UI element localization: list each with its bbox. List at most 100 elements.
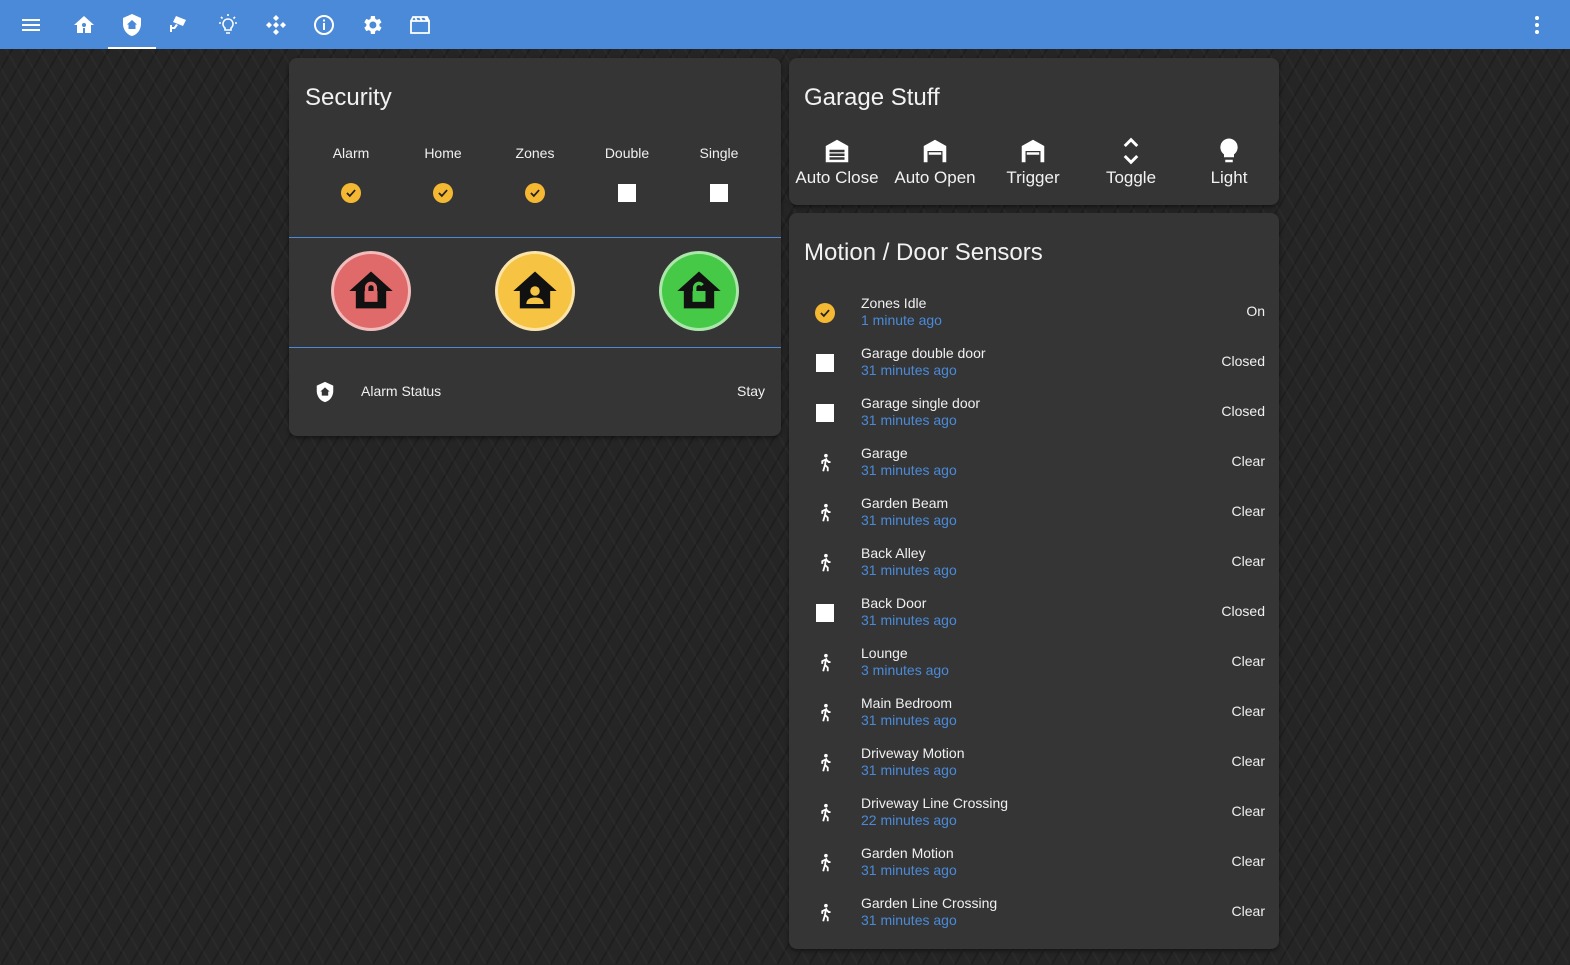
tab-media[interactable]: [396, 0, 444, 49]
sensor-row-driveway-line-crossing[interactable]: Driveway Line Crossing 22 minutes ago Cl…: [789, 793, 1281, 843]
arm-home-button[interactable]: [495, 251, 575, 331]
sensor-name: Driveway Line Crossing: [861, 795, 1009, 811]
sensor-row-garage-single-door[interactable]: Garage single door 31 minutes ago Closed: [789, 393, 1281, 443]
home-lock-open-icon: [677, 271, 721, 309]
sensor-row-garden-motion[interactable]: Garden Motion 31 minutes ago Clear: [789, 843, 1281, 893]
home-state[interactable]: [397, 182, 489, 204]
sensor-time: 3 minutes ago: [861, 662, 949, 678]
auto-close-label: Auto Close: [795, 168, 879, 187]
walk-icon: [821, 653, 831, 672]
tab-cameras[interactable]: [156, 0, 204, 49]
check-circle-icon: [815, 303, 835, 323]
walk-icon: [821, 453, 831, 472]
sensor-name: Driveway Motion: [861, 745, 965, 761]
sensor-row-driveway-motion[interactable]: Driveway Motion 31 minutes ago Clear: [789, 743, 1281, 793]
tab-security[interactable]: [108, 0, 156, 49]
sensor-time: 31 minutes ago: [861, 612, 957, 628]
sensor-state: Clear: [1231, 903, 1265, 919]
double-state[interactable]: [581, 182, 673, 204]
sensor-row-garden-beam[interactable]: Garden Beam 31 minutes ago Clear: [789, 493, 1281, 543]
walk-icon: [821, 853, 831, 872]
overflow-menu-button[interactable]: [1513, 0, 1561, 49]
sensor-name: Zones Idle: [861, 295, 927, 311]
door-square-icon: [816, 354, 834, 372]
trigger-button[interactable]: Trigger: [985, 136, 1081, 198]
light-button[interactable]: Light: [1181, 136, 1277, 198]
toggle-button[interactable]: Toggle: [1083, 136, 1179, 198]
unfold-icon: [1123, 137, 1139, 165]
alarm-status-label: Alarm Status: [361, 383, 442, 399]
alarm-status-row[interactable]: Alarm Status Stay: [289, 369, 781, 415]
sensor-name: Main Bedroom: [861, 695, 953, 711]
sensor-time: 1 minute ago: [861, 312, 942, 328]
sensors-title: Motion / Door Sensors: [804, 239, 1043, 266]
sensor-state: Clear: [1231, 653, 1265, 669]
auto-close-button[interactable]: Auto Close: [789, 136, 885, 198]
column-label-double: Double: [604, 145, 650, 161]
sensor-row-zones-idle[interactable]: Zones Idle 1 minute ago On: [789, 293, 1281, 343]
kodi-icon: [266, 14, 286, 35]
sensors-card: Motion / Door Sensors Zones Idle 1 minut…: [789, 213, 1279, 949]
column-label-zones: Zones: [515, 145, 555, 161]
menu-button[interactable]: [7, 0, 55, 49]
home-account-icon: [513, 271, 557, 309]
single-state[interactable]: [673, 182, 765, 204]
sensor-row-lounge[interactable]: Lounge 3 minutes ago Clear: [789, 643, 1281, 693]
trigger-label: Trigger: [1006, 168, 1060, 187]
tab-info[interactable]: [300, 0, 348, 49]
check-circle-icon: [341, 183, 361, 203]
walk-icon: [821, 903, 831, 922]
walk-icon: [821, 553, 831, 572]
tab-lights[interactable]: [204, 0, 252, 49]
auto-open-button[interactable]: Auto Open: [887, 136, 983, 198]
sensor-state: Clear: [1231, 553, 1265, 569]
sensor-time: 31 minutes ago: [861, 362, 957, 378]
sensor-state: Closed: [1221, 603, 1265, 619]
sensor-time: 31 minutes ago: [861, 762, 957, 778]
sensor-row-garden-line-crossing[interactable]: Garden Line Crossing 31 minutes ago Clea…: [789, 893, 1281, 943]
sensor-name: Back Alley: [861, 545, 926, 561]
cctv-icon: [170, 15, 186, 32]
top-app-bar: [0, 0, 1570, 49]
sensor-state: Clear: [1231, 703, 1265, 719]
sensor-state: Clear: [1231, 503, 1265, 519]
column-label-home: Home: [424, 145, 462, 161]
door-square-icon: [816, 604, 834, 622]
walk-icon: [821, 503, 831, 522]
tab-settings[interactable]: [348, 0, 396, 49]
disarm-button[interactable]: [659, 251, 739, 331]
column-label-alarm: Alarm: [332, 145, 370, 161]
security-title: Security: [305, 84, 392, 111]
tab-kodi[interactable]: [252, 0, 300, 49]
sensor-state: Closed: [1221, 353, 1265, 369]
door-square-icon: [710, 184, 728, 202]
sensor-row-garage-double-door[interactable]: Garage double door 31 minutes ago Closed: [789, 343, 1281, 393]
garage-icon: [923, 139, 947, 163]
divider: [289, 237, 781, 238]
dots-vertical-icon: [1535, 15, 1539, 34]
sensor-time: 22 minutes ago: [861, 812, 957, 828]
home-lock-icon: [349, 271, 393, 309]
sensor-time: 31 minutes ago: [861, 462, 957, 478]
tab-home[interactable]: [60, 0, 108, 49]
walk-icon: [821, 803, 831, 822]
sensor-row-main-bedroom[interactable]: Main Bedroom 31 minutes ago Clear: [789, 693, 1281, 743]
alarm-status-value: Stay: [736, 383, 765, 399]
arm-away-button[interactable]: [331, 251, 411, 331]
sensor-row-garage[interactable]: Garage 31 minutes ago Clear: [789, 443, 1281, 493]
sensor-name: Garage double door: [861, 345, 986, 361]
sensor-name: Garden Line Crossing: [861, 895, 998, 911]
sensor-name: Garden Beam: [861, 495, 949, 511]
sensor-row-back-alley[interactable]: Back Alley 31 minutes ago Clear: [789, 543, 1281, 593]
door-square-icon: [618, 184, 636, 202]
lightbulb-icon: [219, 13, 237, 34]
zones-state[interactable]: [489, 182, 581, 204]
alarm-state[interactable]: [305, 182, 397, 204]
garage-title: Garage Stuff: [804, 84, 940, 111]
security-card: Security Alarm Home Zones Double Single …: [289, 58, 781, 436]
sensor-row-back-door[interactable]: Back Door 31 minutes ago Closed: [789, 593, 1281, 643]
sensor-name: Back Door: [861, 595, 927, 611]
sensor-time: 31 minutes ago: [861, 562, 957, 578]
sensor-time: 31 minutes ago: [861, 912, 957, 928]
light-label: Light: [1210, 168, 1248, 187]
